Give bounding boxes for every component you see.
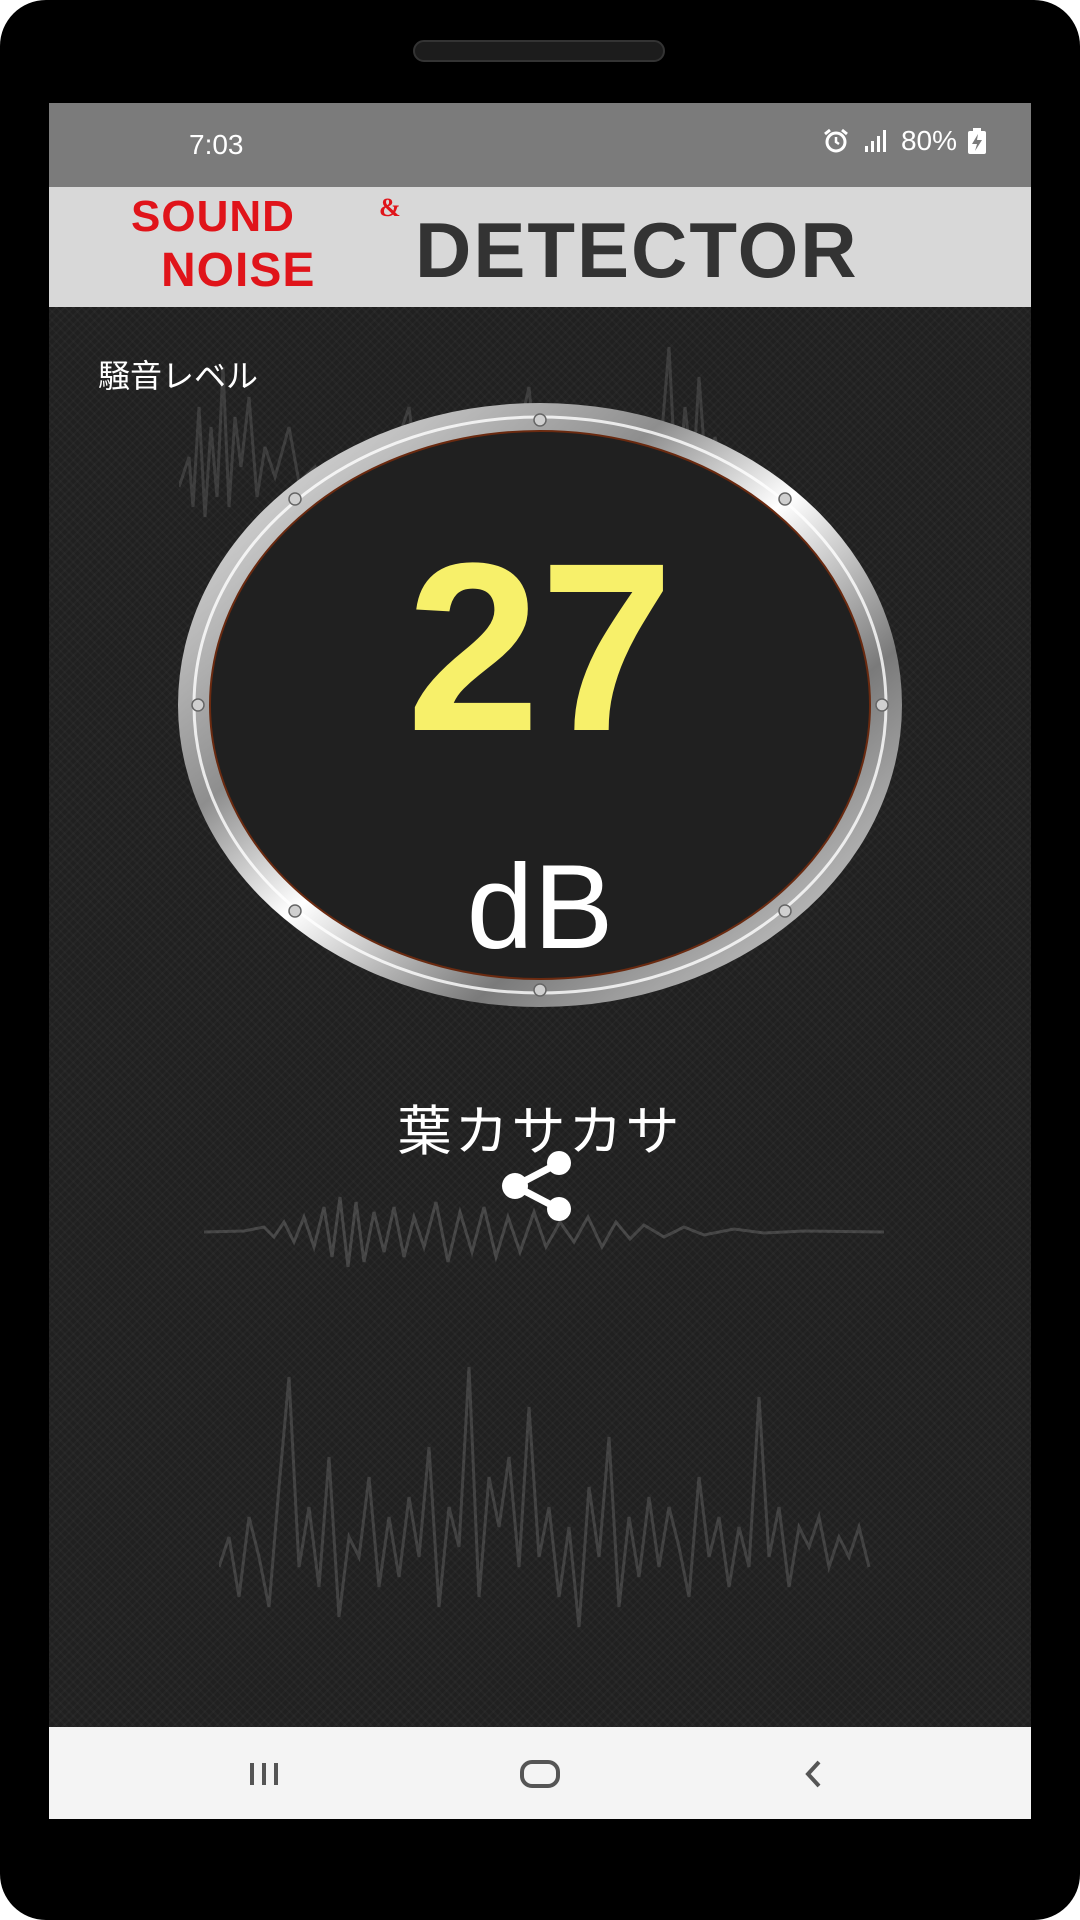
phone-speaker — [413, 40, 665, 62]
status-time: 7:03 — [189, 129, 244, 160]
status-bar: 7:03 80% — [49, 103, 1031, 187]
back-button[interactable] — [784, 1749, 844, 1799]
alarm-icon — [824, 128, 848, 153]
unit-label: dB — [466, 840, 614, 974]
meter-area: 騒音レベル 27 dB 葉カサカサ — [49, 307, 1031, 1727]
signal-icon — [864, 130, 886, 152]
logo-sound: SOUND — [131, 192, 295, 241]
noise-level-value: 27 — [406, 513, 674, 781]
recent-apps-icon — [250, 1763, 278, 1785]
screen: 7:03 80% SOUND & NOISE DETECTOR 騒音レベル 27… — [49, 103, 1031, 1819]
status-icons: 80% — [821, 125, 987, 157]
home-button[interactable] — [510, 1749, 570, 1799]
battery-charging-icon — [968, 128, 986, 154]
recent-apps-button[interactable] — [234, 1749, 294, 1799]
phone-frame: 7:03 80% SOUND & NOISE DETECTOR 騒音レベル 27… — [0, 0, 1080, 1920]
logo-detector: DETECTOR — [415, 206, 859, 294]
share-icon[interactable] — [499, 1151, 579, 1221]
logo-noise: NOISE — [161, 244, 316, 297]
app-banner: SOUND & NOISE DETECTOR — [49, 187, 1031, 307]
back-icon — [805, 1760, 821, 1788]
home-icon — [520, 1760, 560, 1788]
navigation-bar — [49, 1727, 1031, 1819]
noise-level-label: 騒音レベル — [98, 357, 259, 395]
battery-percent: 80% — [900, 125, 957, 156]
logo-ampersand: & — [379, 193, 401, 222]
background-waveform-bottom — [219, 1366, 871, 1628]
